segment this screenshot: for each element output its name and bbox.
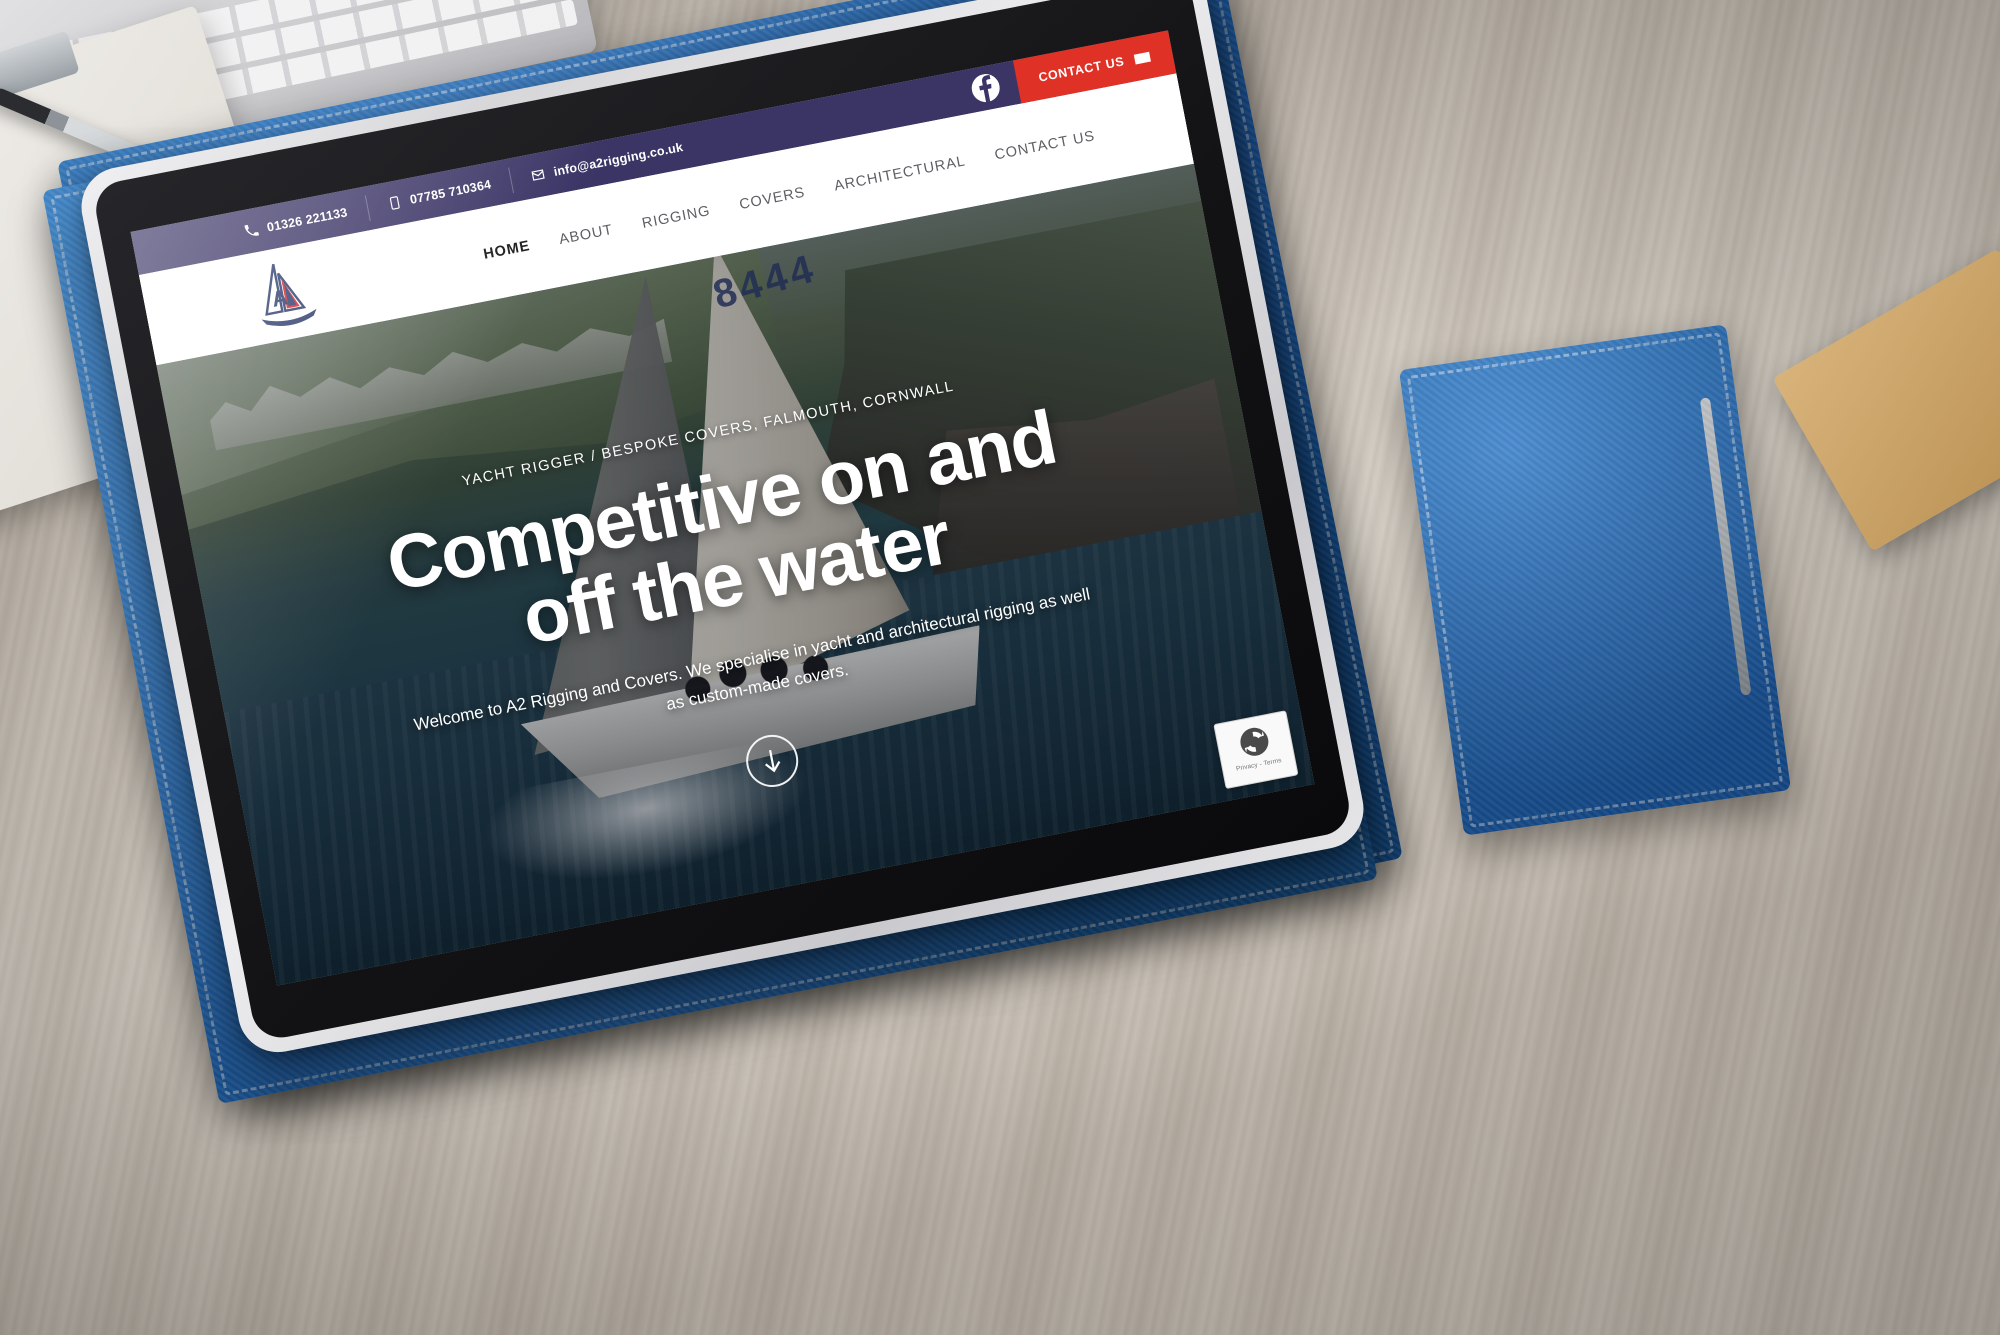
- recaptcha-badge[interactable]: Privacy - Terms: [1213, 710, 1299, 790]
- nav-item-covers[interactable]: COVERS: [738, 185, 806, 213]
- phone-icon: [243, 222, 260, 240]
- tablet-screen: 01326 221133 07785 710364 info@a2rigging…: [130, 30, 1315, 986]
- mobile-icon: [386, 194, 403, 212]
- nav-item-home[interactable]: HOME: [482, 238, 531, 263]
- nav-item-rigging[interactable]: RIGGING: [641, 203, 712, 232]
- nav-item-contact-us[interactable]: CONTACT US: [993, 128, 1096, 163]
- contact-phone-text: 01326 221133: [265, 205, 349, 235]
- envelope-icon: [530, 166, 547, 184]
- mail-send-icon: [1133, 49, 1153, 67]
- contact-mobile-text: 07785 710364: [408, 177, 493, 207]
- blue-notebook-right: [1398, 324, 1792, 836]
- site-logo[interactable]: A: [243, 252, 327, 334]
- arrow-down-icon[interactable]: [741, 730, 803, 792]
- nav-item-about[interactable]: ABOUT: [558, 222, 615, 248]
- facebook-icon[interactable]: [969, 72, 1002, 105]
- website-viewport: 01326 221133 07785 710364 info@a2rigging…: [130, 30, 1315, 986]
- recaptcha-icon: [1240, 727, 1269, 756]
- nav-item-architectural[interactable]: ARCHITECTURAL: [833, 153, 967, 194]
- contact-us-button-label: CONTACT US: [1037, 54, 1126, 85]
